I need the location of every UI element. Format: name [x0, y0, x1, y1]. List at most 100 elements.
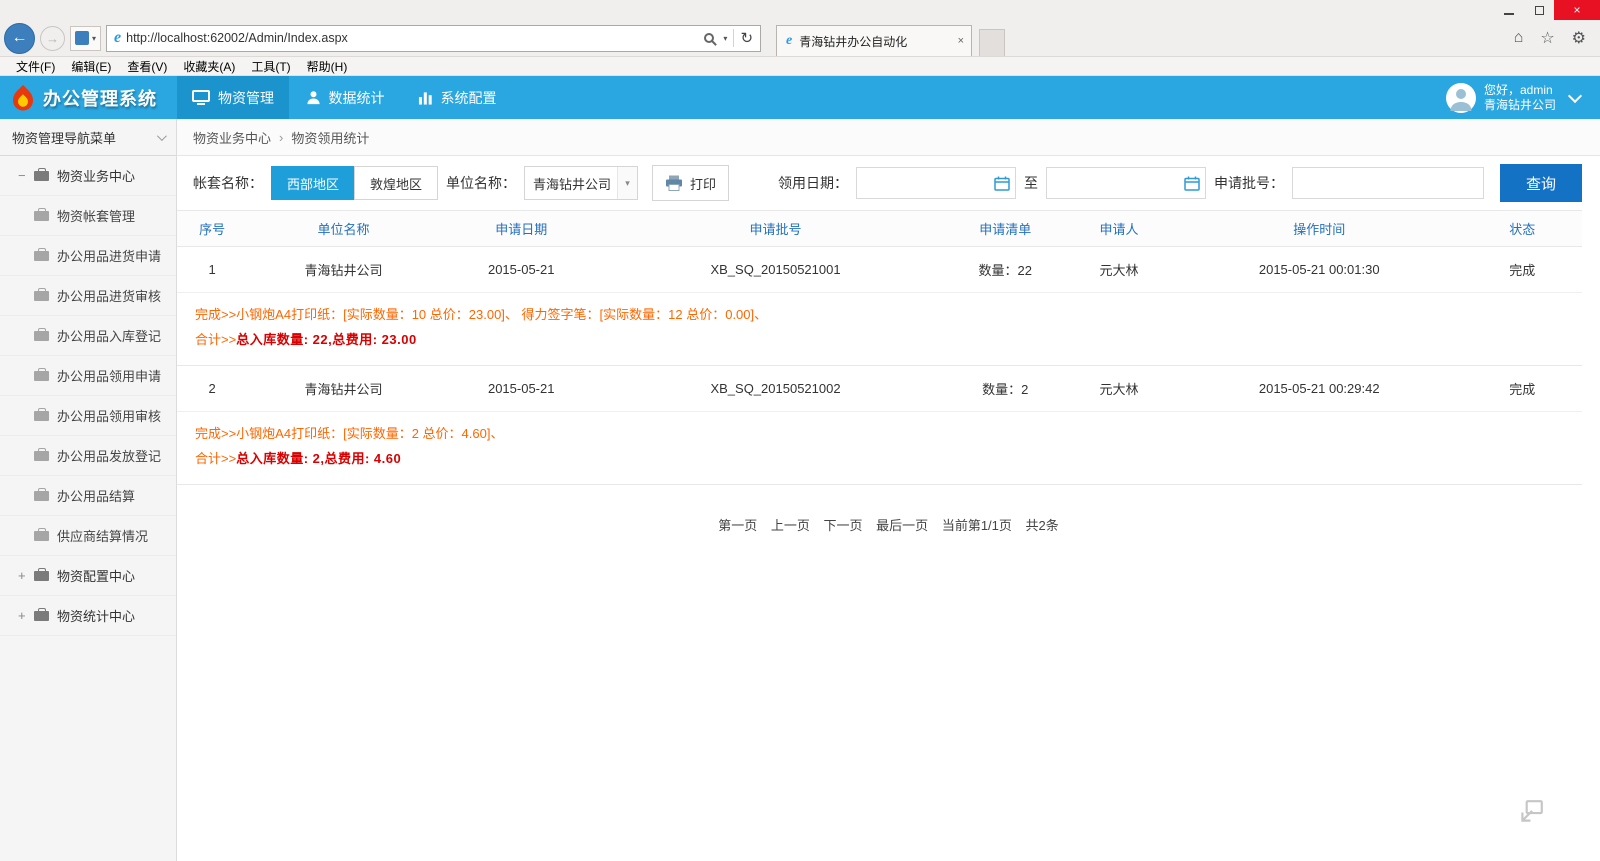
breadcrumb-item-current: 物资领用统计: [291, 128, 369, 147]
col-header-unit: 单位名称: [247, 211, 439, 247]
app-header: 办公管理系统 物资管理 数据统计 系统配置: [0, 76, 1600, 119]
date-to-input[interactable]: [1046, 167, 1206, 199]
select-caret-icon[interactable]: ▾: [617, 167, 637, 199]
pagination-prev[interactable]: 上一页: [771, 518, 810, 533]
sidebar-item-requisition-apply[interactable]: 办公用品领用申请: [0, 356, 176, 396]
sidebar-item-label: 办公用品入库登记: [57, 326, 161, 345]
favorites-icon[interactable]: ☆: [1540, 28, 1554, 48]
user-area[interactable]: 您好，admin 青海钻井公司: [1446, 76, 1556, 119]
sidebar-group-config-center[interactable]: + 物资配置中心: [0, 556, 176, 596]
user-menu-chevron-icon[interactable]: [1568, 88, 1582, 102]
print-button[interactable]: 打印: [652, 165, 729, 201]
briefcase-icon: [34, 331, 49, 341]
sidebar-title[interactable]: 物资管理导航菜单: [0, 119, 176, 156]
menu-item-edit[interactable]: 编辑(E): [63, 58, 119, 75]
back-button[interactable]: ←: [4, 23, 35, 54]
menu-item-file[interactable]: 文件(F): [8, 58, 63, 75]
clip-arrow-icon: [1517, 798, 1545, 826]
cell-seq: 1: [177, 247, 247, 293]
tab-close-button[interactable]: ×: [958, 35, 964, 47]
pagination-next[interactable]: 下一页: [824, 518, 863, 533]
main-content: 物资业务中心 › 物资领用统计 帐套名称： 西部地区 敦煌地区 单位名称： 青海…: [177, 119, 1600, 861]
cell-applicant: 元大林: [1062, 366, 1176, 412]
search-caret-icon[interactable]: ▾: [723, 34, 727, 43]
menu-item-favorites[interactable]: 收藏夹(A): [175, 58, 243, 75]
total-prefix: 合计>>: [195, 451, 236, 466]
sidebar-item-supplier-settlement[interactable]: 供应商结算情况: [0, 516, 176, 556]
date-from-input[interactable]: [856, 167, 1016, 199]
pagination-total: 共2条: [1026, 518, 1059, 533]
calendar-icon[interactable]: [1184, 176, 1200, 191]
sidebar-item-label: 供应商结算情况: [57, 526, 148, 545]
cell-list: 数量：22: [948, 247, 1062, 293]
col-header-batch: 申请批号: [603, 211, 949, 247]
col-header-date: 申请日期: [440, 211, 603, 247]
menu-item-help[interactable]: 帮助(H): [299, 58, 356, 75]
total-value: 总入库数量: 2,总费用: 4.60: [236, 451, 401, 466]
table-row: 1 青海钻井公司 2015-05-21 XB_SQ_20150521001 数量…: [177, 247, 1582, 293]
nav-tab-statistics[interactable]: 数据统计: [289, 76, 401, 119]
unit-select[interactable]: 青海钻井公司 ▾: [524, 166, 638, 200]
caret-down-icon: ▾: [92, 34, 96, 43]
pagination-first[interactable]: 第一页: [718, 518, 757, 533]
expand-icon[interactable]: +: [18, 568, 34, 583]
pagination-last[interactable]: 最后一页: [876, 518, 928, 533]
col-header-list: 申请清单: [948, 211, 1062, 247]
search-icon[interactable]: [704, 33, 714, 43]
screen-clip-widget[interactable]: [1516, 797, 1546, 827]
forward-button[interactable]: →: [40, 26, 65, 51]
cell-date: 2015-05-21: [440, 247, 603, 293]
sidebar-item-purchase-review[interactable]: 办公用品进货审核: [0, 276, 176, 316]
window-maximize-button[interactable]: [1524, 0, 1554, 20]
cell-date: 2015-05-21: [440, 366, 603, 412]
printer-icon: [665, 175, 683, 191]
collapse-icon[interactable]: −: [18, 168, 34, 183]
unit-select-value: 青海钻井公司: [533, 174, 611, 193]
sidebar-item-stock-in[interactable]: 办公用品入库登记: [0, 316, 176, 356]
date-to-label: 至: [1024, 173, 1038, 193]
sidebar-group-stats-center[interactable]: + 物资统计中心: [0, 596, 176, 636]
date-label: 领用日期：: [778, 173, 848, 193]
menu-item-view[interactable]: 查看(V): [119, 58, 175, 75]
sidebar-item-purchase-apply[interactable]: 办公用品进货申请: [0, 236, 176, 276]
window-close-button[interactable]: ×: [1554, 0, 1600, 20]
breadcrumb: 物资业务中心 › 物资领用统计: [177, 119, 1600, 156]
new-tab-button[interactable]: [979, 29, 1005, 56]
sidebar-item-distribution[interactable]: 办公用品发放登记: [0, 436, 176, 476]
sidebar-item-settlement[interactable]: 办公用品结算: [0, 476, 176, 516]
expand-icon[interactable]: +: [18, 608, 34, 623]
page-tile-icon: [75, 31, 89, 45]
pagination-current: 当前第1/1页: [942, 518, 1012, 533]
window-minimize-button[interactable]: [1494, 0, 1524, 20]
sidebar-group-business-center[interactable]: − 物资业务中心: [0, 156, 176, 196]
browser-tab[interactable]: e 青海钻井办公自动化 ×: [776, 25, 972, 56]
calendar-icon[interactable]: [994, 176, 1010, 191]
nav-tab-system[interactable]: 系统配置: [401, 76, 513, 119]
briefcase-icon: [34, 531, 49, 541]
briefcase-icon: [34, 611, 49, 621]
cell-batch: XB_SQ_20150521001: [603, 247, 949, 293]
nav-tab-materials[interactable]: 物资管理: [177, 76, 289, 119]
region-button-dunhuang[interactable]: 敦煌地区: [354, 166, 438, 200]
sidebar-title-label: 物资管理导航菜单: [12, 128, 116, 147]
app-title: 办公管理系统: [43, 85, 157, 111]
batch-input[interactable]: [1292, 167, 1484, 199]
refresh-icon[interactable]: ↻: [740, 29, 753, 47]
home-icon[interactable]: ⌂: [1514, 29, 1524, 47]
browser-menubar: 文件(F) 编辑(E) 查看(V) 收藏夹(A) 工具(T) 帮助(H): [0, 57, 1600, 76]
menu-item-tools[interactable]: 工具(T): [243, 58, 298, 75]
url-input[interactable]: [126, 31, 704, 45]
breadcrumb-item[interactable]: 物资业务中心: [193, 128, 271, 147]
sidebar-item-requisition-review[interactable]: 办公用品领用审核: [0, 396, 176, 436]
address-bar[interactable]: e ▾ ↻: [106, 25, 761, 52]
quick-tabs-button[interactable]: ▾: [70, 26, 101, 51]
sidebar-item-account-set[interactable]: 物资帐套管理: [0, 196, 176, 236]
settings-icon[interactable]: ⚙: [1572, 28, 1586, 48]
col-header-time: 操作时间: [1176, 211, 1463, 247]
cell-time: 2015-05-21 00:01:30: [1176, 247, 1463, 293]
cell-applicant: 元大林: [1062, 247, 1176, 293]
search-button[interactable]: 查询: [1500, 164, 1582, 202]
tab-title: 青海钻井办公自动化: [799, 33, 952, 50]
sidebar-item-label: 办公用品领用审核: [57, 406, 161, 425]
region-button-west[interactable]: 西部地区: [271, 166, 355, 200]
